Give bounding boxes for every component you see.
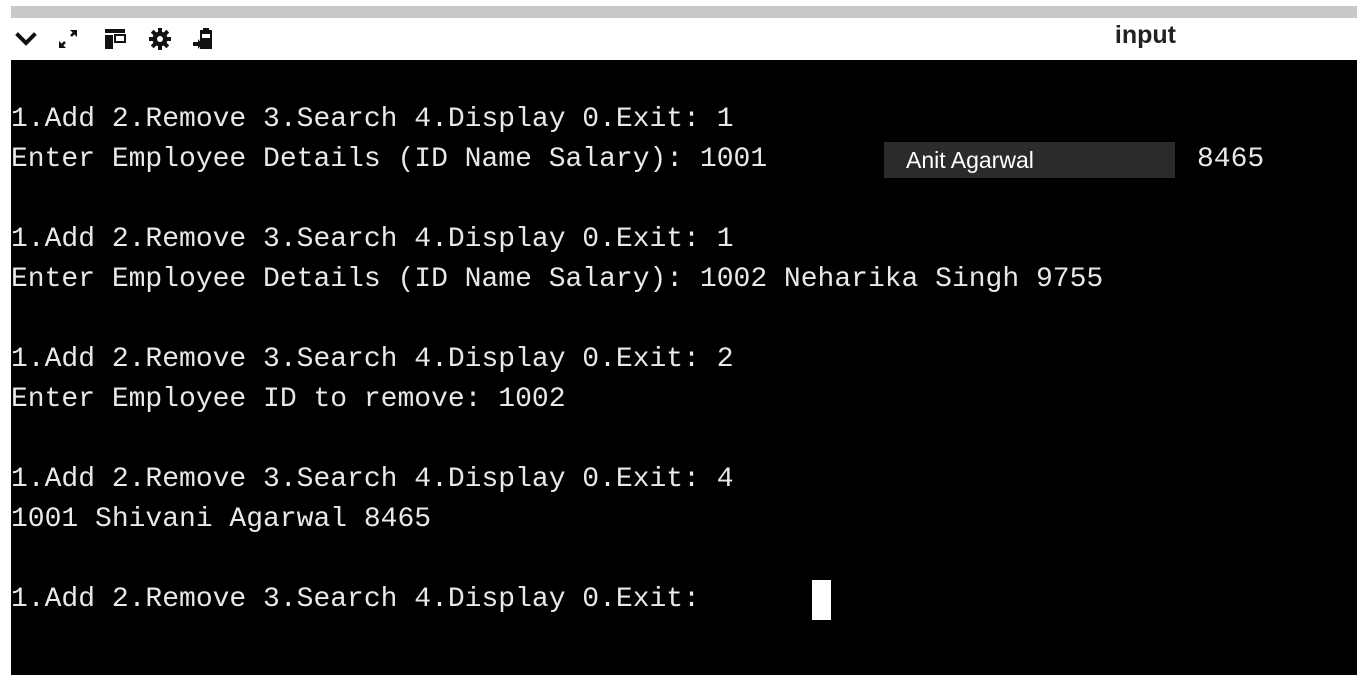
chevron-down-icon[interactable] bbox=[11, 24, 41, 54]
terminal-line: Enter Employee Details (ID Name Salary):… bbox=[11, 144, 784, 175]
terminal-line: 1001 Shivani Agarwal 8465 bbox=[11, 504, 432, 535]
terminal-line: 1.Add 2.Remove 3.Search 4.Display 0.Exit… bbox=[11, 464, 734, 495]
layout-icon[interactable] bbox=[100, 24, 130, 54]
text-cursor bbox=[812, 580, 831, 620]
terminal-line: Enter Employee Details (ID Name Salary):… bbox=[11, 264, 1104, 295]
gear-icon[interactable] bbox=[145, 24, 175, 54]
expand-icon[interactable] bbox=[53, 24, 83, 54]
terminal-line: Enter Employee ID to remove: 1002 bbox=[11, 384, 566, 415]
terminal-line: 1.Add 2.Remove 3.Search 4.Display 0.Exit… bbox=[11, 104, 734, 135]
terminal-prompt-line: 1.Add 2.Remove 3.Search 4.Display 0.Exit… bbox=[11, 584, 717, 615]
terminal-output[interactable]: 1.Add 2.Remove 3.Search 4.Display 0.Exit… bbox=[11, 60, 1357, 675]
window-top-border bbox=[11, 6, 1357, 18]
terminal-line-tail: 8465 bbox=[1197, 144, 1265, 175]
toolbar: input bbox=[11, 18, 1357, 60]
inline-input-field[interactable]: Anit Agarwal bbox=[884, 142, 1175, 178]
terminal-line: 1.Add 2.Remove 3.Search 4.Display 0.Exit… bbox=[11, 344, 734, 375]
console-window: input 1.Add 2.Remove 3.Search 4.Display … bbox=[11, 0, 1357, 675]
panel-title: input bbox=[1114, 21, 1176, 49]
terminal-line: 1.Add 2.Remove 3.Search 4.Display 0.Exit… bbox=[11, 224, 734, 255]
clipboard-icon[interactable] bbox=[189, 24, 219, 54]
